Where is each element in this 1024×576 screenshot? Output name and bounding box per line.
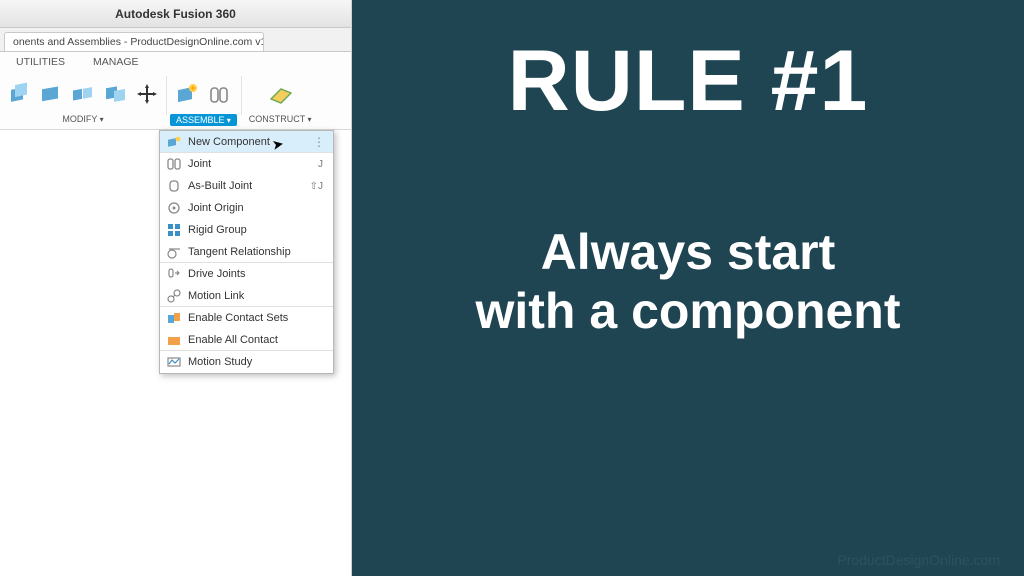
joint-toolbar-icon[interactable] — [204, 79, 234, 109]
menu-item-joint-origin[interactable]: Joint Origin — [160, 197, 333, 219]
menu-shortcut: ⇧J — [310, 181, 327, 192]
slide-watermark: ProductDesignOnline.com — [837, 552, 1000, 568]
menu-label: New Component — [188, 136, 307, 148]
ribbon-label-assemble[interactable]: ASSEMBLE — [170, 114, 237, 126]
ribbon-menu-row: UTILITIES MANAGE — [0, 52, 351, 72]
new-component-toolbar-icon[interactable] — [172, 79, 202, 109]
document-tab-bar: onents and Assemblies - ProductDesignOnl… — [0, 28, 351, 52]
modify-tool-3-icon[interactable] — [68, 79, 98, 109]
press-pull-icon[interactable] — [4, 79, 34, 109]
menu-item-tangent[interactable]: Tangent Relationship — [160, 241, 333, 263]
menu-more-icon[interactable]: ⋮ — [313, 135, 327, 149]
joint-origin-icon — [166, 200, 182, 216]
drive-joints-icon — [166, 266, 182, 282]
document-tab-label: onents and Assemblies - ProductDesignOnl… — [13, 36, 264, 48]
ribbon-menu-manage[interactable]: MANAGE — [93, 56, 139, 68]
slide-body-line1: Always start — [541, 224, 836, 280]
construct-plane-icon[interactable] — [265, 79, 295, 109]
menu-item-rigid-group[interactable]: Rigid Group — [160, 219, 333, 241]
motion-link-icon — [166, 288, 182, 304]
assemble-dropdown: New Component ⋮ Joint J As-Built Joint ⇧… — [159, 130, 334, 374]
menu-label: Motion Link — [188, 290, 327, 302]
menu-label: As-Built Joint — [188, 180, 304, 192]
move-icon[interactable] — [132, 79, 162, 109]
menu-item-contact-sets[interactable]: Enable Contact Sets — [160, 307, 333, 329]
menu-item-joint[interactable]: Joint J — [160, 153, 333, 175]
ribbon-group-modify: MODIFY — [0, 72, 166, 129]
titlebar: Autodesk Fusion 360 — [0, 0, 351, 28]
menu-label: Joint Origin — [188, 202, 327, 214]
ribbon-group-assemble: ASSEMBLE — [166, 72, 241, 129]
menu-item-new-component[interactable]: New Component ⋮ — [160, 131, 333, 153]
ribbon-toolbar: MODIFY ASSEMBLE CONSTRUCT — [0, 72, 351, 130]
menu-shortcut: J — [318, 159, 327, 170]
menu-item-asbuilt-joint[interactable]: As-Built Joint ⇧J — [160, 175, 333, 197]
contact-sets-icon — [166, 310, 182, 326]
menu-item-enable-all-contact[interactable]: Enable All Contact — [160, 329, 333, 351]
menu-label: Tangent Relationship — [188, 246, 327, 258]
menu-item-motion-link[interactable]: Motion Link — [160, 285, 333, 307]
ribbon-label-construct[interactable]: CONSTRUCT — [245, 114, 316, 124]
asbuilt-joint-icon — [166, 178, 182, 194]
tangent-icon — [166, 244, 182, 260]
menu-label: Joint — [188, 158, 312, 170]
slide-body-line2: with a component — [476, 283, 901, 339]
modify-tool-2-icon[interactable] — [36, 79, 66, 109]
menu-label: Drive Joints — [188, 268, 327, 280]
document-tab[interactable]: onents and Assemblies - ProductDesignOnl… — [4, 32, 264, 51]
menu-label: Rigid Group — [188, 224, 327, 236]
menu-label: Enable Contact Sets — [188, 312, 327, 324]
joint-icon — [166, 156, 182, 172]
enable-all-contact-icon — [166, 332, 182, 348]
motion-study-icon — [166, 354, 182, 370]
slide-heading: RULE #1 — [508, 32, 869, 131]
menu-label: Enable All Contact — [188, 334, 327, 346]
menu-label: Motion Study — [188, 356, 327, 368]
mouse-cursor-icon: ➤ — [271, 135, 286, 154]
slide-panel: RULE #1 Always start with a component Pr… — [352, 0, 1024, 576]
app-title: Autodesk Fusion 360 — [115, 7, 236, 21]
new-component-icon — [166, 134, 182, 150]
fusion360-window: Autodesk Fusion 360 onents and Assemblie… — [0, 0, 352, 576]
ribbon-menu-utilities[interactable]: UTILITIES — [16, 56, 65, 68]
align-icon[interactable] — [100, 79, 130, 109]
rigid-group-icon — [166, 222, 182, 238]
slide-body: Always start with a component — [476, 223, 901, 341]
menu-item-drive-joints[interactable]: Drive Joints — [160, 263, 333, 285]
menu-item-motion-study[interactable]: Motion Study — [160, 351, 333, 373]
ribbon-label-modify[interactable]: MODIFY — [58, 114, 107, 124]
ribbon-group-construct: CONSTRUCT — [241, 72, 320, 129]
